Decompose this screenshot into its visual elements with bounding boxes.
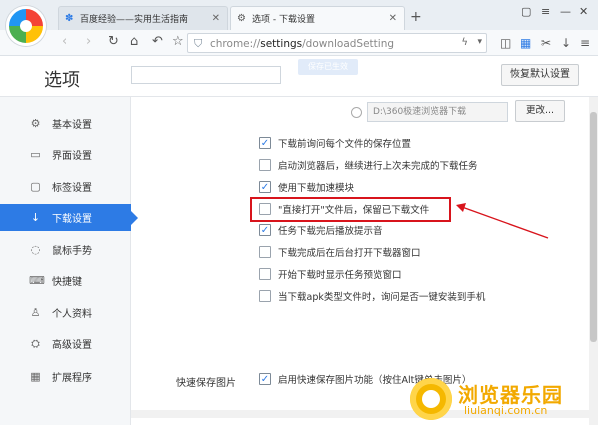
watermark-logo (410, 378, 452, 420)
checkbox[interactable]: ✓ (259, 373, 271, 385)
section-label-quick-save: 快速保存图片 (176, 378, 236, 389)
browser-logo[interactable] (6, 6, 46, 46)
scrollbar-thumb[interactable] (590, 112, 597, 342)
annotation-arrow (456, 203, 549, 239)
watermark-url: liulanqi.com.cn (464, 404, 548, 417)
